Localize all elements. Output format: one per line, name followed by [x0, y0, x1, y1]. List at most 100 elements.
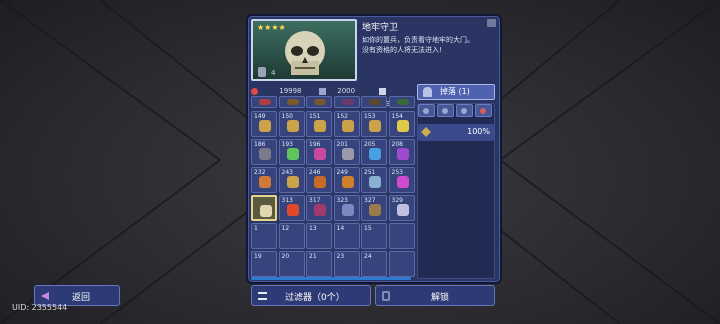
- item-icon: [396, 176, 409, 188]
- grid-cell-number: 329: [391, 197, 403, 204]
- grid-cell-number: 149: [254, 113, 266, 120]
- grid-cell[interactable]: 21: [306, 251, 332, 277]
- grid-cell-number: 249: [336, 169, 348, 176]
- item-icon: [286, 120, 299, 132]
- grid-cell-number: 313: [281, 197, 293, 204]
- user-id: UID: 2355544: [12, 303, 68, 312]
- description-line-1: 如你的噩兵，负责看守地牢的大门。: [362, 36, 474, 44]
- item-icon: [341, 148, 354, 160]
- grid-cell[interactable]: 193: [278, 139, 305, 165]
- grid-cell[interactable]: 253: [388, 167, 415, 193]
- grid-cell[interactable]: [388, 223, 415, 249]
- grid-cell-number: 14: [336, 225, 345, 232]
- grid-cell[interactable]: 151: [306, 111, 332, 137]
- grid-cell[interactable]: 201: [333, 139, 360, 165]
- grid-cell-number: 12: [281, 225, 290, 232]
- grid-cell[interactable]: 150: [278, 111, 305, 137]
- grid-scrollbar[interactable]: [251, 277, 411, 280]
- drops-tab[interactable]: 掉落 (1): [417, 84, 495, 100]
- hp-value: 19998: [279, 87, 302, 95]
- grid-cell[interactable]: [306, 96, 332, 108]
- grid-cell-number: 201: [336, 141, 348, 148]
- grid-cell[interactable]: 208: [388, 139, 415, 165]
- item-icon: [259, 120, 271, 132]
- item-icon: [286, 148, 299, 160]
- grid-cell[interactable]: 186: [251, 139, 277, 165]
- grid-cell[interactable]: 152: [333, 111, 360, 137]
- grid-cell-number: 323: [336, 197, 348, 204]
- menu-icon[interactable]: [487, 19, 496, 27]
- grid-cell[interactable]: [278, 96, 305, 108]
- grid-cell[interactable]: 249: [333, 167, 360, 193]
- item-icon: [369, 120, 381, 132]
- grid-cell[interactable]: 23: [333, 251, 360, 277]
- grid-cell[interactable]: 327: [361, 195, 387, 221]
- grid-cell[interactable]: 196: [306, 139, 332, 165]
- grid-cell[interactable]: 1: [251, 223, 277, 249]
- grid-cell[interactable]: 251: [361, 167, 387, 193]
- drop-filter-tabs: [418, 104, 494, 118]
- grid-cell[interactable]: 20: [278, 251, 305, 277]
- grid-cell[interactable]: 19: [251, 251, 277, 277]
- grid-cell[interactable]: 243: [278, 167, 305, 193]
- drop-tab-2[interactable]: [437, 104, 454, 117]
- drop-tab-4[interactable]: [475, 104, 492, 117]
- item-icon: [369, 204, 381, 216]
- description-line-2: 没有资格的人将无法进入!: [362, 46, 442, 54]
- item-icon: [341, 204, 354, 216]
- heart-icon: [251, 87, 258, 95]
- rating-stars: ★★★★: [257, 23, 286, 32]
- grid-cell-number: 13: [309, 225, 317, 232]
- grid-cell[interactable]: 13: [306, 223, 332, 249]
- grid-cell[interactable]: 24: [361, 251, 387, 277]
- item-icon: [369, 176, 381, 188]
- boss-description: 如你的噩兵，负责看守地牢的大门。 没有资格的人将无法进入!: [362, 35, 496, 55]
- grid-cell[interactable]: 329: [388, 195, 415, 221]
- grid-cell-number: 251: [364, 169, 376, 176]
- grid-cell[interactable]: [251, 195, 277, 221]
- drop-tab-3[interactable]: [456, 104, 473, 117]
- filter-icon: [258, 292, 267, 300]
- grid-cell-number: 205: [364, 141, 376, 148]
- boss-level: 4: [271, 69, 276, 77]
- drop-tab-1[interactable]: [418, 104, 435, 117]
- grid-cell-number: 21: [309, 253, 317, 260]
- grid-cell-number: 193: [281, 141, 293, 148]
- item-icon: [369, 148, 381, 160]
- attack-value: 2000: [337, 87, 356, 95]
- item-grid: 149 150 151 152 153 154 186 193 196 201 205 208 232 2…: [251, 96, 415, 277]
- grid-cell[interactable]: [361, 96, 387, 108]
- item-icon: [341, 120, 354, 132]
- item-icon: [341, 176, 354, 188]
- item-icon: [314, 176, 326, 188]
- grid-cell[interactable]: 149: [251, 111, 277, 137]
- grid-cell[interactable]: 313: [278, 195, 305, 221]
- grid-cell[interactable]: 232: [251, 167, 277, 193]
- grid-cell[interactable]: 317: [306, 195, 332, 221]
- item-icon: [396, 99, 409, 105]
- item-icon: [341, 99, 354, 105]
- grid-cell[interactable]: 323: [333, 195, 360, 221]
- drop-item-row[interactable]: 100%: [418, 124, 494, 141]
- grid-cell[interactable]: [333, 96, 360, 108]
- item-icon: [396, 148, 409, 160]
- grid-cell-number: 1: [254, 225, 258, 232]
- back-button-label: 返回: [72, 293, 91, 303]
- grid-cell-number: 151: [309, 113, 321, 120]
- unlock-button[interactable]: 解锁: [375, 285, 495, 306]
- grid-cell[interactable]: 246: [306, 167, 332, 193]
- grid-cell-number: 246: [309, 169, 321, 176]
- shield-icon: [379, 87, 386, 95]
- grid-cell[interactable]: [251, 96, 277, 108]
- grid-cell[interactable]: 12: [278, 223, 305, 249]
- grid-cell[interactable]: 15: [361, 223, 387, 249]
- grid-cell[interactable]: 153: [361, 111, 387, 137]
- filter-button[interactable]: 过滤器（0个）: [251, 285, 371, 306]
- grid-cell[interactable]: [388, 96, 415, 108]
- grid-cell-number: 327: [364, 197, 376, 204]
- grid-cell[interactable]: 154: [388, 111, 415, 137]
- sword-icon: [319, 87, 326, 95]
- grid-cell[interactable]: 14: [333, 223, 360, 249]
- grid-cell[interactable]: 205: [361, 139, 387, 165]
- grid-cell[interactable]: [388, 251, 415, 277]
